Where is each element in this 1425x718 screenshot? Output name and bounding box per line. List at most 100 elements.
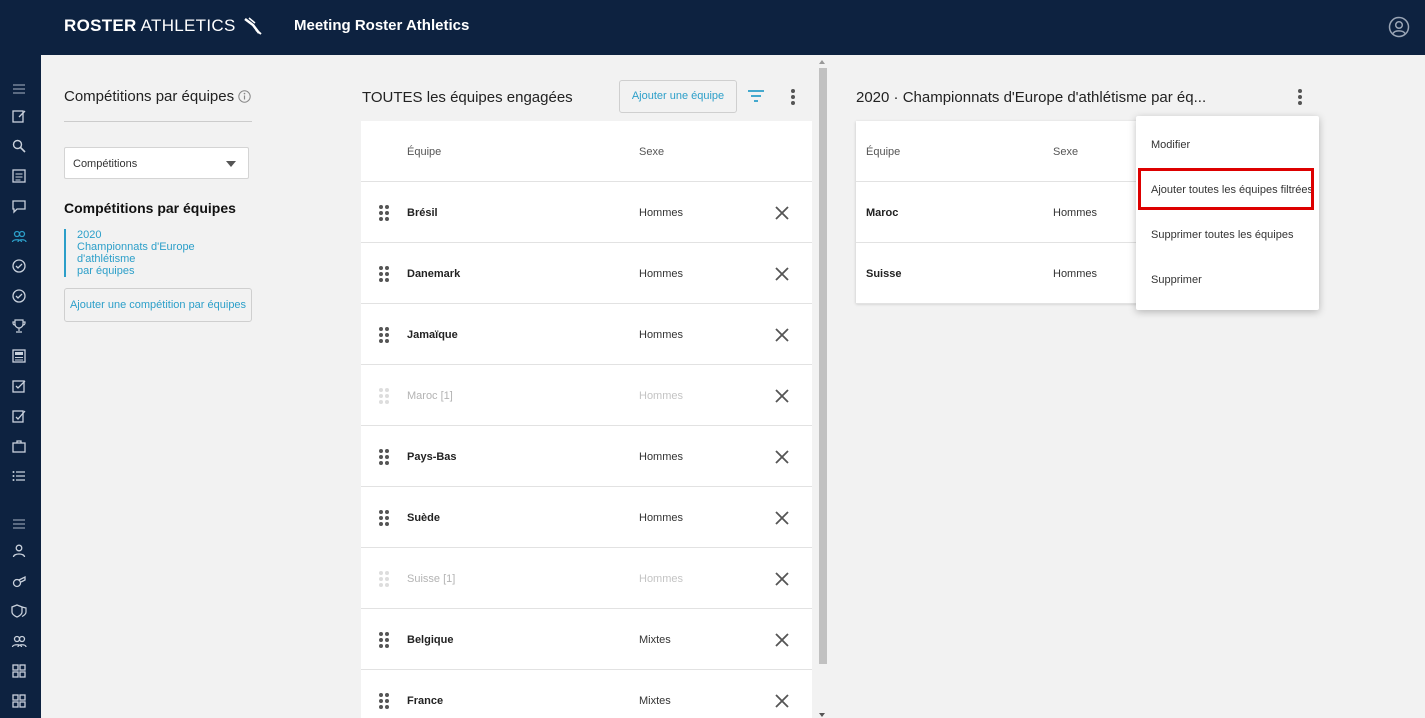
team-name: Belgique: [407, 634, 454, 646]
edit-check-icon[interactable]: [11, 408, 27, 424]
table-row[interactable]: Suède Hommes: [361, 487, 812, 548]
team-name: Suède: [407, 512, 441, 524]
team-sex: Mixtes: [639, 695, 671, 707]
competition-item[interactable]: 2020 Championnats d'Europe d'athlétisme …: [64, 229, 254, 277]
team-sex: Hommes: [639, 329, 684, 341]
table-row[interactable]: Suisse [1] Hommes: [361, 548, 812, 609]
list-icon[interactable]: [11, 168, 27, 184]
more-options-icon[interactable]: [1298, 89, 1302, 105]
close-icon[interactable]: [775, 328, 789, 342]
shield-icon[interactable]: [11, 603, 27, 619]
table-header: Équipe Sexe: [361, 121, 812, 182]
drag-handle-icon[interactable]: [379, 449, 389, 465]
chevron-down-icon: [226, 161, 236, 167]
table-row[interactable]: Maroc Hommes: [856, 182, 1156, 243]
user-account-icon[interactable]: [1388, 16, 1410, 38]
grid-icon[interactable]: [11, 663, 27, 679]
trophy-icon[interactable]: [11, 318, 27, 334]
menu-icon[interactable]: [11, 81, 27, 97]
edit-icon[interactable]: [11, 108, 27, 124]
drag-handle-icon[interactable]: [379, 571, 389, 587]
group-icon[interactable]: [11, 633, 27, 649]
drag-handle-icon[interactable]: [379, 693, 389, 709]
drag-handle-icon[interactable]: [379, 327, 389, 343]
bullet-list-icon[interactable]: [11, 468, 27, 484]
close-icon[interactable]: [775, 450, 789, 464]
close-icon[interactable]: [775, 694, 789, 708]
table-row[interactable]: Suisse Hommes: [856, 243, 1156, 304]
whistle-icon[interactable]: [11, 573, 27, 589]
checkbox-icon[interactable]: [11, 378, 27, 394]
table-row[interactable]: Maroc [1] Hommes: [361, 365, 812, 426]
add-team-button[interactable]: Ajouter une équipe: [619, 80, 737, 113]
table-header: Équipe Sexe: [856, 121, 1156, 182]
filter-icon[interactable]: [747, 89, 765, 103]
menu-item-delete[interactable]: Supprimer: [1151, 274, 1202, 286]
drag-handle-icon[interactable]: [379, 388, 389, 404]
menu-icon[interactable]: [11, 516, 27, 532]
competition-panel-title: 2020 · Championnats d'Europe d'athlétism…: [856, 89, 1207, 106]
teams-icon[interactable]: [11, 228, 27, 244]
close-icon[interactable]: [775, 206, 789, 220]
close-icon[interactable]: [775, 511, 789, 525]
drag-handle-icon[interactable]: [379, 205, 389, 221]
divider: [64, 121, 252, 122]
left-panel-title: Compétitions par équipes: [64, 88, 235, 105]
brand-logo[interactable]: ROSTER ATHLETICS: [64, 16, 263, 36]
person-icon[interactable]: [11, 543, 27, 559]
check-circle-icon[interactable]: [11, 288, 27, 304]
competition-teams-table: Équipe Sexe Maroc Hommes Suisse Hommes: [856, 121, 1156, 304]
more-options-icon[interactable]: [791, 89, 795, 105]
close-icon[interactable]: [775, 267, 789, 281]
team-name: Suisse: [866, 268, 902, 280]
menu-item-modify[interactable]: Modifier: [1151, 139, 1190, 151]
side-rail: [0, 55, 41, 718]
table-row[interactable]: France Mixtes: [361, 670, 812, 718]
team-sex: Hommes: [639, 390, 684, 402]
briefcase-icon[interactable]: [11, 438, 27, 454]
table-row[interactable]: Brésil Hommes: [361, 182, 812, 243]
runner-shoe-icon: [243, 17, 262, 35]
table-row[interactable]: Danemark Hommes: [361, 243, 812, 304]
competition-name-line1: Championnats d'Europe d'athlétisme: [77, 241, 195, 265]
section-heading: Compétitions par équipes: [64, 200, 236, 216]
teams-table: Équipe Sexe Brésil Hommes Danemark Hommes Ja…: [361, 121, 812, 718]
competition-name-line2: par équipes: [77, 265, 135, 277]
news-icon[interactable]: [11, 348, 27, 364]
team-name: Pays-Bas: [407, 451, 457, 463]
team-name: Jamaïque: [407, 329, 458, 341]
check-circle-icon[interactable]: [11, 258, 27, 274]
column-header-sex: Sexe: [639, 146, 665, 158]
competition-year: 2020: [77, 229, 102, 241]
select-value: Compétitions: [73, 158, 138, 170]
close-icon[interactable]: [775, 572, 789, 586]
table-row[interactable]: Pays-Bas Hommes: [361, 426, 812, 487]
team-sex: Hommes: [1053, 268, 1098, 280]
brand-bold: ROSTER: [64, 16, 137, 35]
team-sex: Hommes: [639, 573, 684, 585]
scroll-up-arrow-icon[interactable]: [819, 60, 825, 64]
add-competition-button[interactable]: Ajouter une compétition par équipes: [64, 288, 252, 322]
close-icon[interactable]: [775, 389, 789, 403]
info-icon[interactable]: [238, 90, 251, 103]
close-icon[interactable]: [775, 633, 789, 647]
team-sex: Mixtes: [639, 634, 671, 646]
grid-icon[interactable]: [11, 693, 27, 709]
table-row[interactable]: Belgique Mixtes: [361, 609, 812, 670]
team-sex: Hommes: [639, 268, 684, 280]
team-name: Danemark: [407, 268, 461, 280]
teams-panel-title: TOUTES les équipes engagées: [362, 89, 573, 106]
search-icon[interactable]: [11, 138, 27, 154]
message-icon[interactable]: [11, 198, 27, 214]
menu-item-remove-all[interactable]: Supprimer toutes les équipes: [1151, 229, 1293, 241]
drag-handle-icon[interactable]: [379, 510, 389, 526]
drag-handle-icon[interactable]: [379, 632, 389, 648]
scrollbar-thumb[interactable]: [819, 68, 827, 664]
column-header-sex: Sexe: [1053, 146, 1079, 158]
column-header-team: Équipe: [866, 146, 901, 158]
table-row[interactable]: Jamaïque Hommes: [361, 304, 812, 365]
drag-handle-icon[interactable]: [379, 266, 389, 282]
scroll-down-arrow-icon[interactable]: [819, 713, 825, 717]
competitions-select[interactable]: Compétitions: [64, 147, 249, 179]
brand-light: ATHLETICS: [140, 16, 236, 35]
